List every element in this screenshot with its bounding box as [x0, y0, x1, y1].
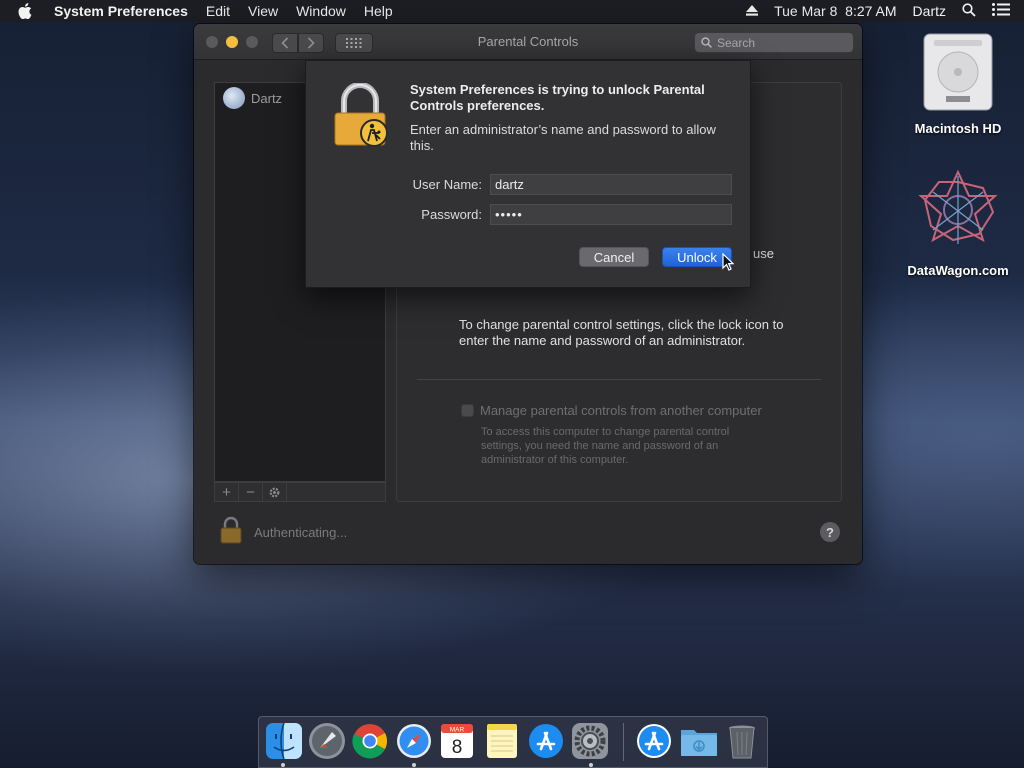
- running-indicator: [281, 763, 285, 767]
- dock-trash[interactable]: [723, 722, 761, 760]
- dock-separator: [623, 723, 624, 761]
- desktop-icon-label: DataWagon.com: [907, 263, 1009, 278]
- user-name: Dartz: [251, 90, 283, 106]
- dock-system-preferences[interactable]: [571, 722, 609, 760]
- dock-finder[interactable]: [265, 722, 303, 760]
- remote-manage-note: To access this computer to change parent…: [481, 426, 730, 466]
- user-list-item[interactable]: Dartz: [223, 87, 282, 109]
- menu-view[interactable]: View: [248, 3, 278, 19]
- username-label: User Name:: [412, 177, 482, 192]
- avatar: [223, 87, 245, 109]
- folder-icon: [681, 730, 717, 756]
- dock-safari[interactable]: [395, 722, 433, 760]
- add-user-button[interactable]: +: [215, 483, 239, 501]
- search-field-container[interactable]: [694, 32, 854, 53]
- calendar-icon: MAR 8: [441, 724, 473, 758]
- hard-drive-icon: [923, 33, 993, 111]
- mouse-pointer-icon: [722, 252, 735, 276]
- apple-menu-icon[interactable]: [18, 3, 36, 19]
- username-field[interactable]: [490, 174, 732, 195]
- user-options-button[interactable]: [263, 483, 287, 501]
- dock-chrome[interactable]: [351, 722, 389, 760]
- desktop-icon-label: Macintosh HD: [914, 121, 1002, 136]
- password-label: Password:: [421, 207, 482, 222]
- remove-user-button[interactable]: −: [239, 483, 263, 501]
- user-list-toolbar: + −: [214, 482, 386, 502]
- chrome-icon: [352, 724, 387, 759]
- remote-manage-label: Manage parental controls from another co…: [480, 403, 762, 418]
- trash-icon: [729, 725, 755, 759]
- cancel-button[interactable]: Cancel: [579, 247, 649, 267]
- dock-downloads-folder[interactable]: [679, 722, 717, 760]
- rocket-icon: [309, 723, 345, 759]
- divider: [417, 379, 821, 380]
- search-icon: [701, 37, 712, 48]
- menu-bar: System Preferences Edit View Window Help…: [0, 0, 1024, 22]
- gear-icon: [269, 487, 280, 497]
- dock-app-store-stack[interactable]: [635, 722, 673, 760]
- dock-notes[interactable]: [483, 722, 521, 760]
- parental-lock-icon: [332, 82, 392, 152]
- dock-app-store[interactable]: [527, 722, 565, 760]
- desktop-icon-macintosh-hd[interactable]: Macintosh HD: [903, 32, 1013, 136]
- menubar-clock[interactable]: Tue Mar 8 8:27 AM: [774, 3, 896, 19]
- auth-dialog-message: Enter an administrator’s name and passwo…: [410, 122, 716, 153]
- remote-manage-checkbox: [461, 404, 474, 417]
- auth-dialog: System Preferences is trying to unlock P…: [305, 60, 751, 288]
- safari-compass-icon: [397, 724, 431, 758]
- gear-icon: [572, 723, 608, 759]
- search-input[interactable]: [717, 35, 837, 50]
- auth-dialog-title: System Preferences is trying to unlock P…: [410, 82, 705, 113]
- password-field[interactable]: [490, 204, 732, 225]
- running-indicator: [412, 763, 416, 767]
- app-store-icon: [637, 724, 671, 758]
- menu-edit[interactable]: Edit: [206, 3, 230, 19]
- remote-manage-checkbox-row: Manage parental controls from another co…: [461, 403, 762, 418]
- notes-icon: [487, 724, 517, 758]
- calendar-day: 8: [452, 737, 463, 758]
- authenticating-status: Authenticating...: [254, 525, 348, 540]
- window-titlebar: Parental Controls: [194, 24, 862, 60]
- datawagon-icon: [918, 169, 998, 244]
- desktop-icon-datawagon[interactable]: DataWagon.com: [903, 168, 1013, 278]
- dock-calendar[interactable]: MAR 8: [438, 722, 476, 760]
- help-button[interactable]: ?: [820, 522, 840, 542]
- lock-icon[interactable]: [220, 516, 242, 549]
- menubar-user[interactable]: Dartz: [913, 3, 946, 19]
- dock: MAR 8: [258, 716, 768, 768]
- menu-help[interactable]: Help: [364, 3, 393, 19]
- calendar-month: MAR: [450, 727, 465, 734]
- finder-icon: [266, 722, 302, 760]
- running-indicator: [589, 763, 593, 767]
- dock-launchpad[interactable]: [308, 722, 346, 760]
- app-store-icon: [529, 724, 563, 758]
- partial-text-use: use: [753, 246, 774, 261]
- instructions-text: To change parental control settings, cli…: [459, 317, 784, 348]
- eject-icon[interactable]: [746, 3, 759, 19]
- notification-center-icon[interactable]: [992, 3, 1010, 19]
- spotlight-search-icon[interactable]: [962, 2, 976, 20]
- menu-app-name[interactable]: System Preferences: [54, 3, 188, 19]
- menu-window[interactable]: Window: [296, 3, 346, 19]
